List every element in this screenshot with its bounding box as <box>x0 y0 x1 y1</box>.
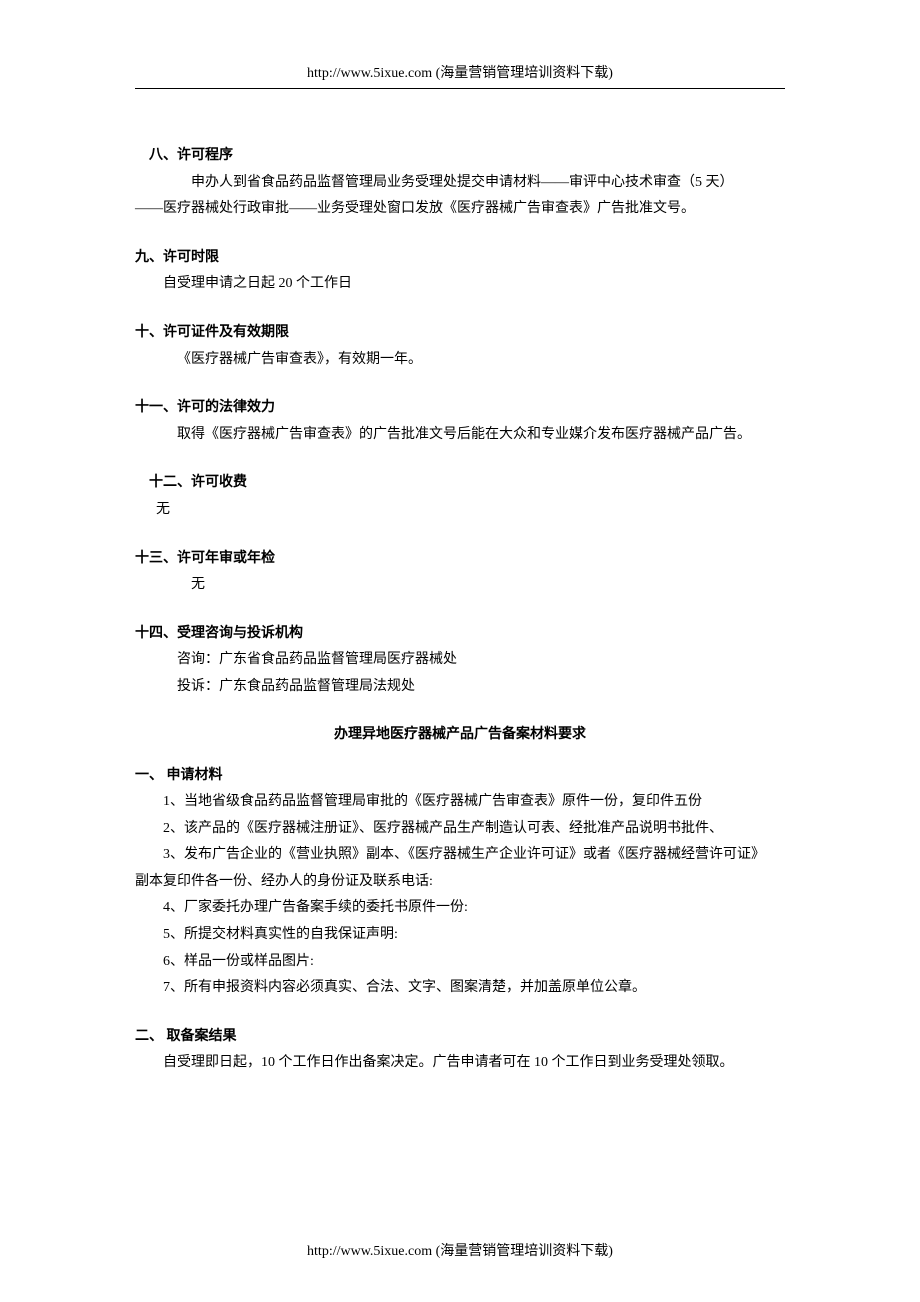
part-1-item-3a: 3、发布广告企业的《营业执照》副本、《医疗器械生产企业许可证》或者《医疗器械经营… <box>135 842 785 869</box>
subtitle: 办理异地医疗器械产品广告备案材料要求 <box>135 723 785 743</box>
part-1-item-4: 4、厂家委托办理广告备案手续的委托书原件一份: <box>135 895 785 922</box>
part-1-item-5: 5、所提交材料真实性的自我保证声明: <box>135 922 785 949</box>
part-1: 一、 申请材料 1、当地省级食品药品监督管理局审批的《医疗器械广告审查表》原件一… <box>135 763 785 1002</box>
section-10-body: 《医疗器械广告审查表》，有效期一年。 <box>135 347 785 374</box>
part-1-item-7: 7、所有申报资料内容必须真实、合法、文字、图案清楚，并加盖原单位公章。 <box>135 975 785 1002</box>
section-11-heading: 十一、许可的法律效力 <box>135 395 785 422</box>
section-11-body: 取得《医疗器械广告审查表》的广告批准文号后能在大众和专业媒介发布医疗器械产品广告… <box>135 422 785 449</box>
part-1-item-6: 6、样品一份或样品图片: <box>135 949 785 976</box>
section-10: 十、许可证件及有效期限 《医疗器械广告审查表》，有效期一年。 <box>135 320 785 373</box>
part-2-body: 自受理即日起，10 个工作日作出备案决定。广告申请者可在 10 个工作日到业务受… <box>135 1050 785 1077</box>
section-9-heading: 九、许可时限 <box>135 245 785 272</box>
section-8-body-1: 申办人到省食品药品监督管理局业务受理处提交申请材料——审评中心技术审查（5 天） <box>135 170 785 197</box>
section-9-body: 自受理申请之日起 20 个工作日 <box>135 271 785 298</box>
section-8-heading: 八、许可程序 <box>135 143 785 170</box>
section-13: 十三、许可年审或年检 无 <box>135 546 785 599</box>
section-12: 十二、许可收费 无 <box>135 470 785 523</box>
page-header: http://www.5ixue.com (海量营销管理培训资料下载) <box>135 62 785 89</box>
section-12-body: 无 <box>135 497 785 524</box>
section-8: 八、许可程序 申办人到省食品药品监督管理局业务受理处提交申请材料——审评中心技术… <box>135 143 785 223</box>
section-14-body-1: 咨询：广东省食品药品监督管理局医疗器械处 <box>135 647 785 674</box>
part-2: 二、 取备案结果 自受理即日起，10 个工作日作出备案决定。广告申请者可在 10… <box>135 1024 785 1077</box>
section-14-body-2: 投诉：广东食品药品监督管理局法规处 <box>135 674 785 701</box>
section-9: 九、许可时限 自受理申请之日起 20 个工作日 <box>135 245 785 298</box>
section-14-heading: 十四、受理咨询与投诉机构 <box>135 621 785 648</box>
section-12-heading: 十二、许可收费 <box>135 470 785 497</box>
document-page: http://www.5ixue.com (海量营销管理培训资料下载) 八、许可… <box>0 0 920 1139</box>
section-13-body: 无 <box>135 572 785 599</box>
part-2-heading: 二、 取备案结果 <box>135 1024 785 1051</box>
section-14: 十四、受理咨询与投诉机构 咨询：广东省食品药品监督管理局医疗器械处 投诉：广东食… <box>135 621 785 701</box>
section-10-heading: 十、许可证件及有效期限 <box>135 320 785 347</box>
page-footer: http://www.5ixue.com (海量营销管理培训资料下载) <box>0 1240 920 1260</box>
part-1-item-2: 2、该产品的《医疗器械注册证》、医疗器械产品生产制造认可表、经批准产品说明书批件… <box>135 816 785 843</box>
part-1-item-1: 1、当地省级食品药品监督管理局审批的《医疗器械广告审查表》原件一份，复印件五份 <box>135 789 785 816</box>
part-1-heading: 一、 申请材料 <box>135 763 785 790</box>
section-11: 十一、许可的法律效力 取得《医疗器械广告审查表》的广告批准文号后能在大众和专业媒… <box>135 395 785 448</box>
section-8-body-2: ——医疗器械处行政审批——业务受理处窗口发放《医疗器械广告审查表》广告批准文号。 <box>135 196 785 223</box>
section-13-heading: 十三、许可年审或年检 <box>135 546 785 573</box>
part-1-item-3b: 副本复印件各一份、经办人的身份证及联系电话: <box>135 869 785 896</box>
